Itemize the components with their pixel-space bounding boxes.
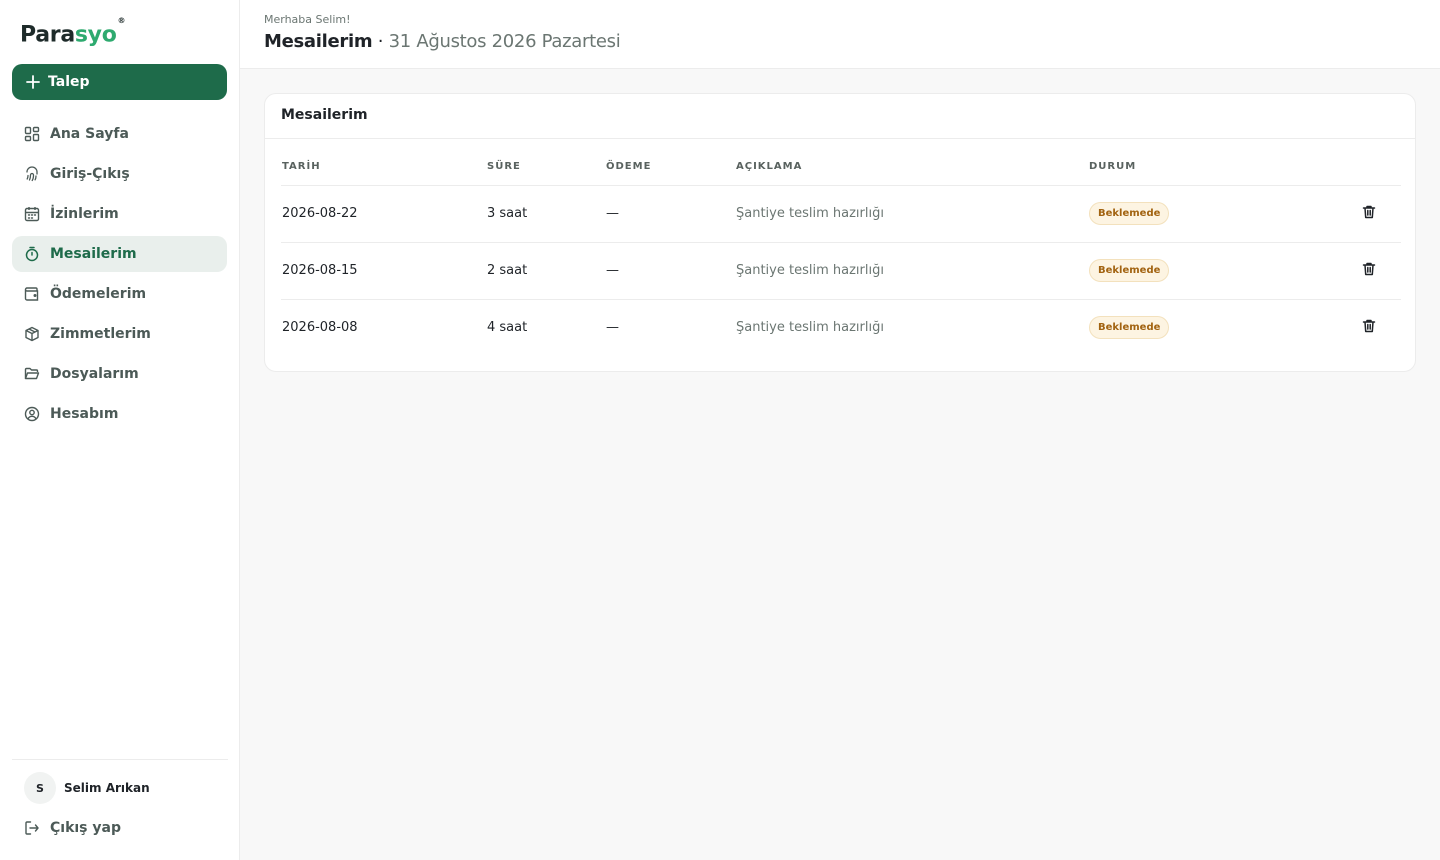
stopwatch-icon [24, 246, 40, 262]
table-row: 2026-08-22 3 saat — Şantiye teslim hazır… [281, 185, 1401, 243]
brand-logo[interactable]: Parasyo® [20, 16, 126, 49]
logout-label: Çıkış yap [50, 820, 121, 836]
cell-duration: 4 saat [487, 320, 528, 336]
wallet-icon [24, 286, 40, 302]
sidebar-item-label: Dosyalarım [50, 366, 139, 382]
cell-status: Beklemede [1088, 299, 1301, 356]
sidebar-item-label: Hesabım [50, 406, 119, 422]
column-header-payment: ÖDEME [605, 149, 735, 186]
overtime-card: Mesailerim TARİH SÜRE ÖDEME AÇIKLAMA DUR… [264, 93, 1416, 372]
cell-payment: — [605, 242, 735, 300]
trash-icon [1362, 205, 1376, 218]
package-icon [24, 326, 40, 342]
status-badge: Beklemede [1089, 202, 1170, 225]
card-divider [265, 138, 1415, 139]
page-title: Mesailerim · 31 Ağustos 2026 Pazartesi [264, 31, 621, 52]
sidebar-item-hesabim[interactable]: Hesabım [12, 396, 227, 432]
logo-text-part1: Para [20, 22, 75, 48]
sidebar-divider [12, 759, 228, 760]
cell-payment: — [605, 185, 735, 243]
column-header-description: AÇIKLAMA [735, 149, 1088, 186]
sidebar-item-label: Ana Sayfa [50, 126, 129, 142]
table-header-row: TARİH SÜRE ÖDEME AÇIKLAMA DURUM [281, 149, 1401, 186]
trash-icon [1362, 262, 1376, 275]
sidebar-item-mesailerim[interactable]: Mesailerim [12, 236, 227, 272]
user-profile[interactable]: S Selim Arıkan [24, 772, 150, 804]
new-request-button[interactable]: Talep [12, 64, 227, 100]
user-circle-icon [24, 406, 40, 422]
plus-icon [26, 75, 40, 89]
sidebar-item-izinlerim[interactable]: İzinlerim [12, 196, 227, 232]
dashboard-icon [24, 126, 40, 142]
logo-registered-mark: ® [117, 16, 126, 25]
sidebar-item-dosyalarim[interactable]: Dosyalarım [12, 356, 227, 392]
card-title: Mesailerim [281, 107, 368, 123]
fingerprint-icon [24, 166, 40, 182]
sidebar-item-label: Ödemelerim [50, 286, 147, 302]
cell-duration: 2 saat [486, 242, 605, 300]
sidebar-item-ana-sayfa[interactable]: Ana Sayfa [12, 116, 227, 152]
column-header-actions [1301, 149, 1401, 186]
cell-description: Şantiye teslim hazırlığı [735, 242, 1088, 300]
delete-row-button[interactable] [1361, 318, 1377, 334]
page-title-date: 31 Ağustos 2026 Pazartesi [388, 31, 621, 52]
new-request-label: Talep [48, 74, 90, 90]
logout-button[interactable]: Çıkış yap [24, 820, 121, 836]
status-badge: Beklemede [1089, 259, 1170, 282]
sidebar-item-giris-cikis[interactable]: Giriş-Çıkış [12, 156, 227, 192]
cell-duration: 3 saat [486, 185, 605, 243]
user-name: Selim Arıkan [64, 781, 150, 795]
sidebar-item-odemelerim[interactable]: Ödemelerim [12, 276, 227, 312]
delete-row-button[interactable] [1361, 204, 1377, 220]
cell-actions [1301, 242, 1401, 300]
table-row: 2026-08-15 2 saat — Şantiye teslim hazır… [281, 242, 1401, 300]
avatar: S [24, 772, 56, 804]
sidebar-item-label: Zimmetlerim [50, 326, 151, 342]
page-header: Merhaba Selim! Mesailerim · 31 Ağustos 2… [240, 0, 1440, 69]
sidebar-item-label: Giriş-Çıkış [50, 166, 130, 182]
cell-date: 2026-08-22 [281, 185, 486, 243]
trash-icon [1362, 319, 1376, 332]
column-header-date: TARİH [281, 149, 486, 186]
sidebar-item-zimmetlerim[interactable]: Zimmetlerim [12, 316, 227, 352]
greeting-text: Merhaba Selim! [264, 13, 351, 26]
delete-row-button[interactable] [1361, 261, 1377, 277]
sidebar-nav: Ana Sayfa Giriş-Çıkış İzinlerim Mesailer… [12, 116, 227, 436]
calendar-icon [24, 206, 40, 222]
title-separator: · [372, 31, 389, 52]
sidebar-item-label: İzinlerim [50, 206, 119, 222]
table-row: 2026-08-08 4 saat — Şantiye teslim hazır… [281, 299, 1401, 356]
cell-description: Şantiye teslim hazırlığı [736, 320, 884, 336]
logout-icon [24, 820, 40, 836]
cell-date: 2026-08-15 [281, 242, 486, 300]
sidebar-item-label: Mesailerim [50, 246, 137, 262]
cell-payment: — [606, 320, 619, 336]
cell-actions [1301, 185, 1401, 243]
sidebar: Parasyo® Talep Ana Sayfa Giriş-Çıkış İzi… [0, 0, 240, 860]
cell-description: Şantiye teslim hazırlığı [735, 185, 1088, 243]
column-header-status: DURUM [1088, 149, 1301, 186]
logo-text-part2: syo [74, 22, 117, 48]
column-header-duration: SÜRE [486, 149, 605, 186]
folder-icon [24, 366, 40, 382]
cell-status: Beklemede [1088, 185, 1301, 243]
status-badge: Beklemede [1089, 316, 1170, 340]
overtime-table: TARİH SÜRE ÖDEME AÇIKLAMA DURUM 2026-08-… [281, 149, 1401, 356]
cell-actions [1301, 299, 1401, 356]
cell-status: Beklemede [1088, 242, 1301, 300]
cell-date: 2026-08-08 [282, 320, 358, 336]
page-title-main: Mesailerim [264, 31, 373, 52]
